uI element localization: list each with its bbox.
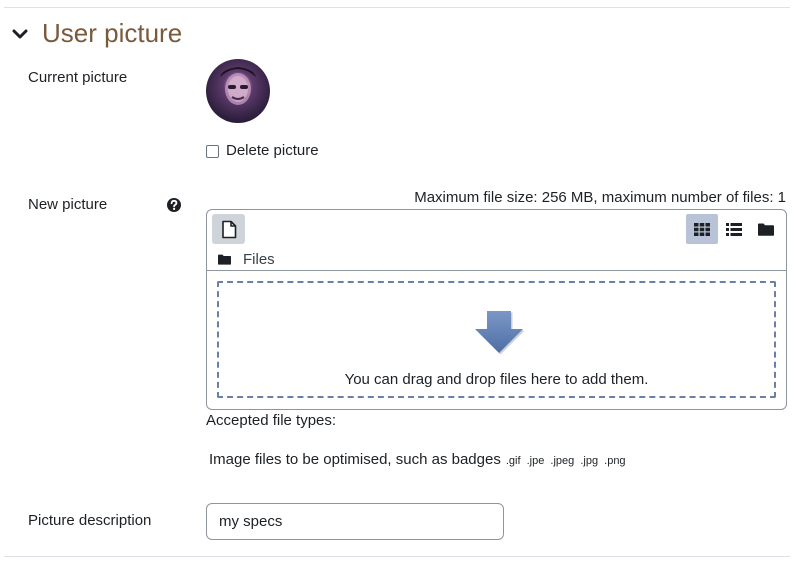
view-icons-button[interactable] <box>686 214 718 244</box>
drop-zone[interactable]: You can drag and drop files here to add … <box>217 281 776 398</box>
picture-description-label: Picture description <box>28 512 152 529</box>
extension-item: .jpg <box>580 455 599 467</box>
file-picker-toolbar: Files <box>207 210 786 271</box>
delete-picture-row: Delete picture <box>206 142 319 160</box>
bottom-divider <box>4 556 790 557</box>
file-icon <box>221 220 236 238</box>
question-circle-icon <box>167 198 181 212</box>
extension-item: .png <box>604 455 626 467</box>
chevron-down-icon <box>12 29 28 39</box>
view-tree-button[interactable] <box>750 214 782 244</box>
help-icon[interactable] <box>166 197 182 213</box>
extension-item: .jpe <box>526 455 545 467</box>
view-switcher <box>686 214 782 244</box>
arrow-down-icon <box>475 311 525 355</box>
user-photo <box>220 67 256 105</box>
folder-icon <box>758 223 774 236</box>
view-list-button[interactable] <box>718 214 750 244</box>
top-divider <box>4 7 790 8</box>
current-picture-label: Current picture <box>28 69 128 86</box>
delete-picture-checkbox[interactable] <box>206 144 219 158</box>
delete-picture-label[interactable]: Delete picture <box>226 142 319 160</box>
breadcrumb: Files <box>218 251 275 268</box>
list-icon <box>726 222 742 236</box>
grid-icon <box>694 222 710 236</box>
new-picture-label: New picture <box>28 196 108 213</box>
types-description: Image files to be optimised, such as bad… <box>209 451 501 468</box>
types-extensions: .gif .jpe .jpeg .jpg .png <box>506 455 629 467</box>
accepted-file-types-label: Accepted file types: <box>206 412 337 429</box>
max-file-info: Maximum file size: 256 MB, maximum numbe… <box>414 189 786 206</box>
folder-icon <box>218 254 231 265</box>
collapse-section-toggle[interactable] <box>10 26 30 44</box>
section-title: User picture <box>42 18 183 48</box>
add-file-button[interactable] <box>212 214 245 244</box>
avatar <box>206 59 270 123</box>
picture-description-input[interactable] <box>206 503 504 540</box>
extension-item: .jpeg <box>550 455 575 467</box>
drop-zone-text: You can drag and drop files here to add … <box>344 371 649 388</box>
file-picker: Files You can drag and drop files here t… <box>206 209 787 410</box>
accepted-types-row: Image files to be optimised, such as bad… <box>209 451 629 469</box>
extension-item: .gif <box>505 455 521 467</box>
breadcrumb-files[interactable]: Files <box>243 251 275 268</box>
